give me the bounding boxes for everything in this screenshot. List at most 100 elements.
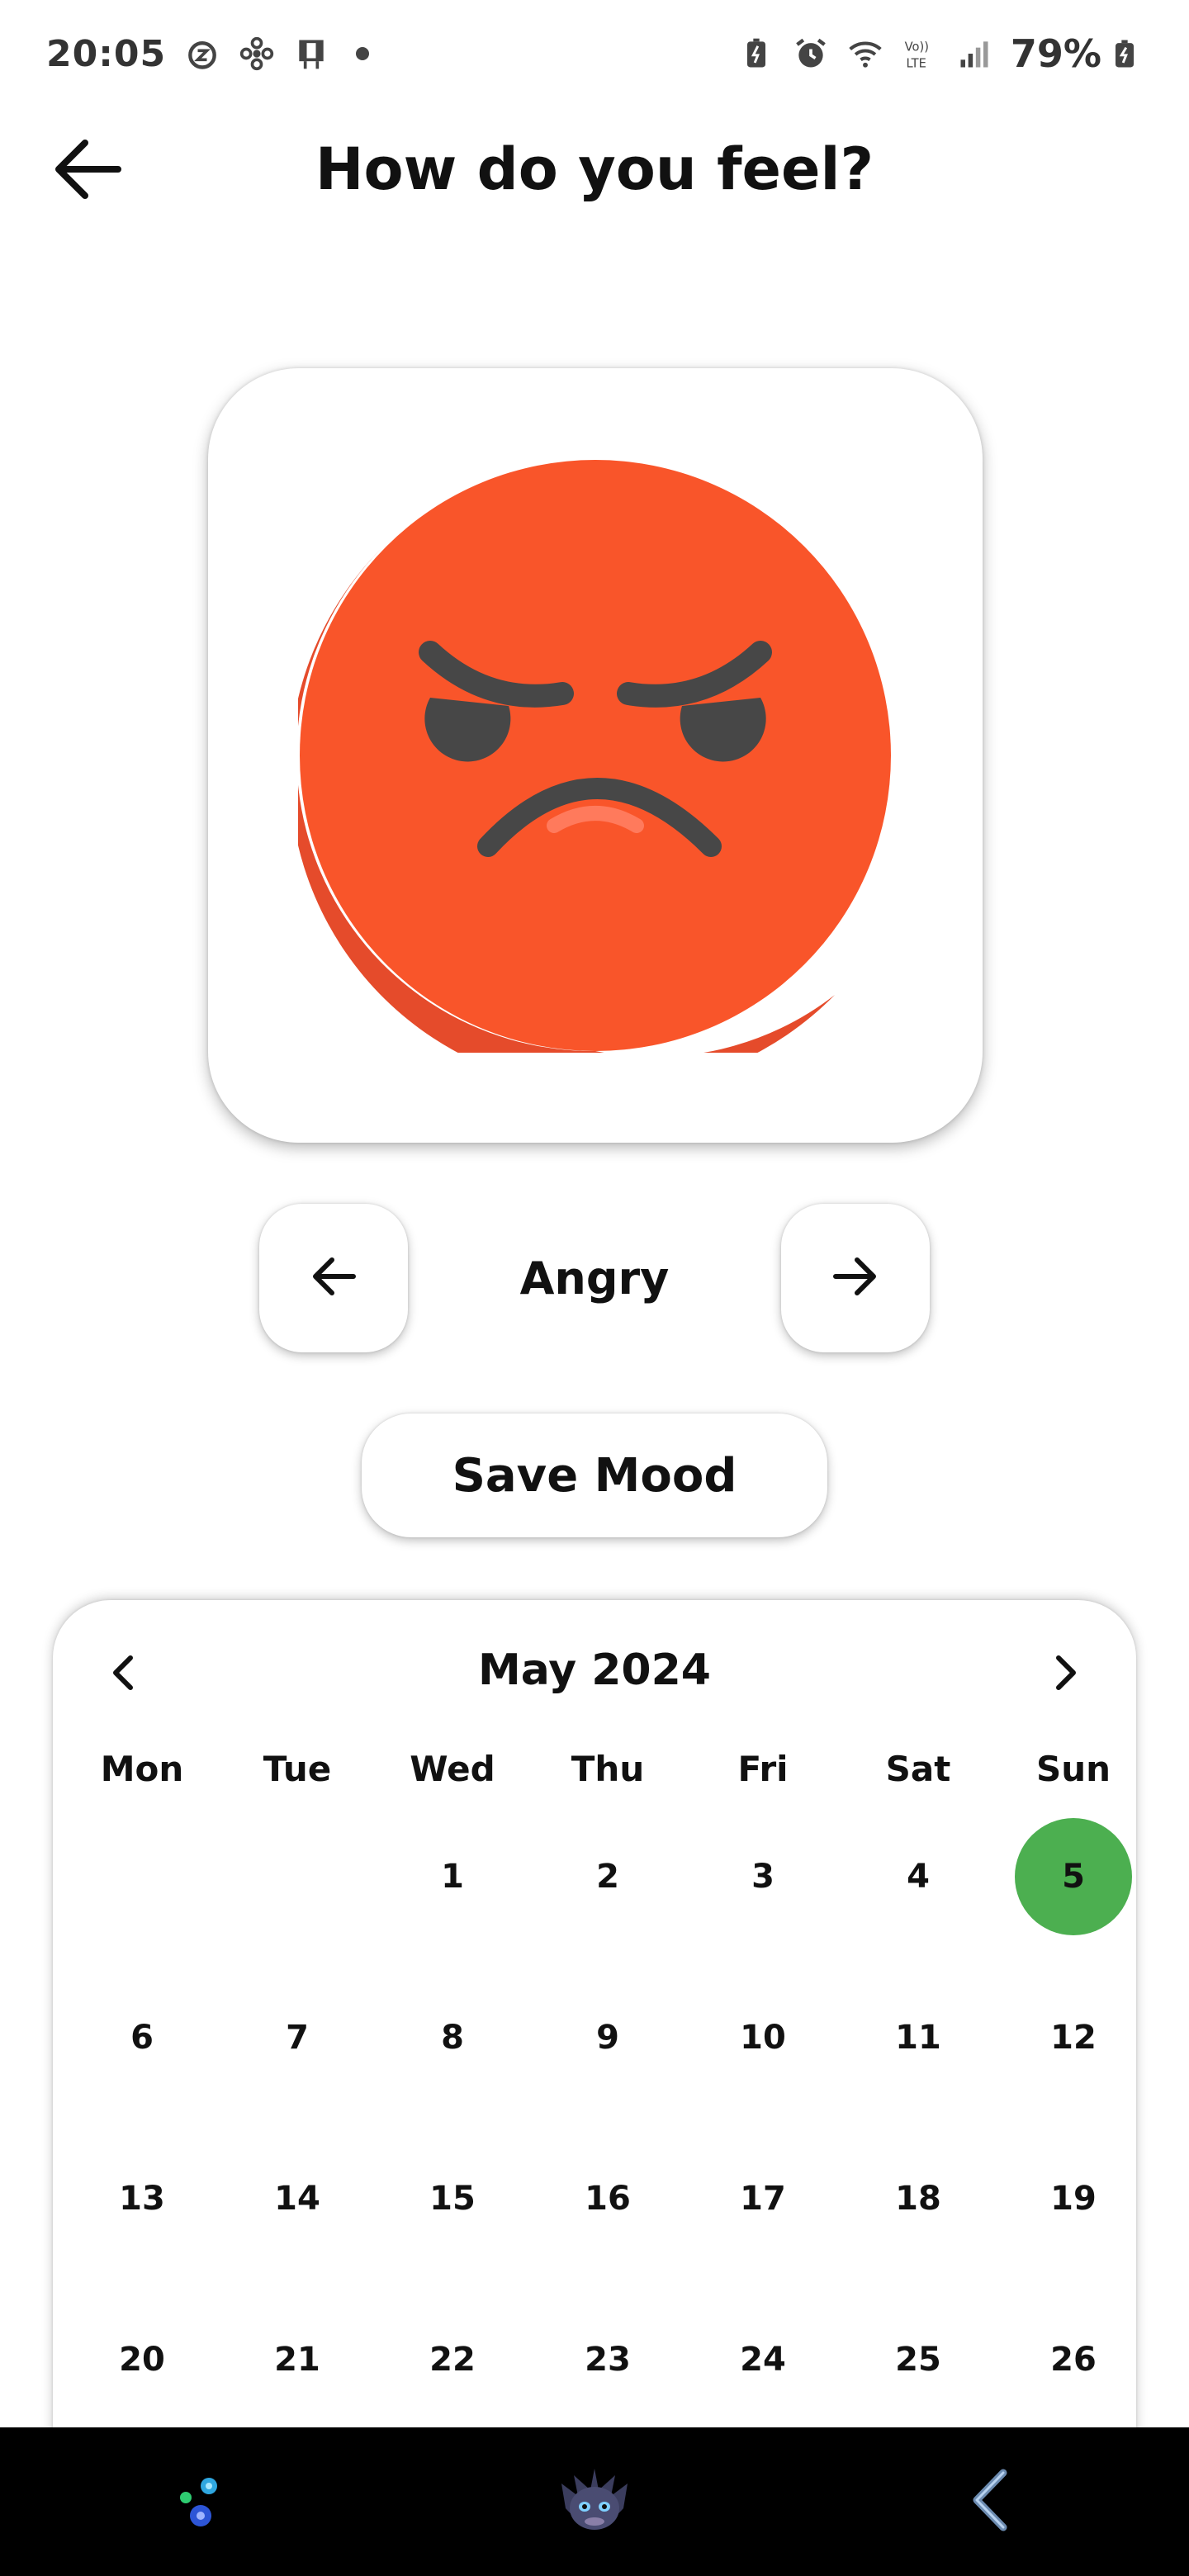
battery-icon [1106, 36, 1143, 72]
day-cell: 5 [996, 1816, 1136, 1977]
calendar-day[interactable]: 19 [1015, 2140, 1132, 2257]
calendar-day[interactable]: 7 [239, 1979, 356, 2096]
day-cell: 2 [530, 1816, 685, 1977]
weekday-label: Tue [263, 1749, 332, 1789]
notification-dot-icon [356, 47, 370, 60]
mood-emoji-card [208, 368, 983, 1143]
battery-level: 79% [1010, 31, 1101, 76]
calendar-day-selected[interactable]: 5 [1015, 1818, 1132, 1935]
status-time: 20:05 [46, 32, 167, 75]
calendar-header: May 2024 [53, 1600, 1136, 1740]
volte-icon: Vo)) LTE [902, 36, 938, 72]
day-cell: 7 [220, 1977, 375, 2138]
calendar-day [239, 1818, 356, 1935]
arrow-left-icon [309, 1253, 358, 1303]
save-mood-button[interactable]: Save Mood [362, 1413, 827, 1537]
status-bar: 20:05 Vo)) LTE 79% [0, 0, 1189, 107]
calendar-day[interactable]: 24 [704, 2301, 822, 2418]
calendar-day[interactable]: 22 [394, 2301, 511, 2418]
calendar-day [83, 1818, 201, 1935]
day-cell: 12 [996, 1977, 1136, 2138]
calendar-day[interactable]: 26 [1015, 2301, 1132, 2418]
weekday-label: Mon [100, 1749, 184, 1789]
next-mood-button[interactable] [780, 1204, 930, 1352]
signal-icon [956, 36, 992, 72]
calendar-days-grid: 1 2 3 4 5 6 7 8 9 10 11 12 13 14 15 16 1… [64, 1816, 1136, 2460]
calendar-day[interactable]: 6 [83, 1979, 201, 2096]
day-cell: 10 [685, 1977, 841, 2138]
calendar-day[interactable]: 2 [549, 1818, 666, 1935]
day-cell: 6 [64, 1977, 220, 2138]
calendar-day[interactable]: 15 [394, 2140, 511, 2257]
calendar-day[interactable]: 25 [860, 2301, 977, 2418]
day-cell: 11 [841, 1977, 996, 2138]
weekday-label: Fri [737, 1749, 789, 1789]
next-month-button[interactable] [1032, 1641, 1098, 1707]
arrow-right-icon [831, 1253, 880, 1303]
calendar-day[interactable]: 9 [549, 1979, 666, 2096]
calendar-card: May 2024 Mon Tue Wed Thu Fri Sat Sun 1 2… [53, 1600, 1136, 2508]
page-title: How do you feel? [315, 135, 874, 203]
weekday-label: Thu [571, 1749, 645, 1789]
day-cell: 13 [64, 2138, 220, 2299]
calendar-day[interactable]: 1 [394, 1818, 511, 1935]
screen-icon [293, 36, 329, 72]
back-gesture-icon [962, 2463, 1020, 2540]
day-cell: 16 [530, 2138, 685, 2299]
day-cell: 17 [685, 2138, 841, 2299]
day-cell: 1 [375, 1816, 530, 1977]
calendar-day[interactable]: 14 [239, 2140, 356, 2257]
calendar-day[interactable]: 23 [549, 2301, 666, 2418]
arrow-left-icon [52, 136, 123, 206]
dragon-avatar-icon [549, 2459, 640, 2545]
chevron-right-icon [1049, 1653, 1082, 1696]
day-cell: 19 [996, 2138, 1136, 2299]
fan-icon [239, 36, 275, 72]
status-right: Vo)) LTE 79% [738, 31, 1143, 76]
battery-saver-icon [738, 36, 775, 72]
chevron-left-icon [107, 1653, 140, 1696]
weekday-label: Sat [885, 1749, 951, 1789]
calendar-day[interactable]: 4 [860, 1818, 977, 1935]
mood-selector: Angry [259, 1204, 930, 1352]
weekday-label: Sun [1035, 1749, 1111, 1789]
system-navigation-bar [0, 2427, 1189, 2576]
status-left: 20:05 [46, 32, 370, 75]
day-cell-empty [64, 1816, 220, 1977]
previous-mood-button[interactable] [259, 1204, 408, 1352]
calendar-day[interactable]: 21 [239, 2301, 356, 2418]
calendar-day[interactable]: 12 [1015, 1979, 1132, 2096]
day-cell-empty [220, 1816, 375, 1977]
calendar-month-title: May 2024 [478, 1646, 711, 1695]
calendar-day[interactable]: 11 [860, 1979, 977, 2096]
calendar-day[interactable]: 3 [704, 1818, 822, 1935]
previous-month-button[interactable] [91, 1641, 157, 1707]
assistant-button[interactable] [140, 2444, 256, 2559]
day-cell: 4 [841, 1816, 996, 1977]
back-button[interactable] [46, 134, 129, 208]
back-nav-button[interactable] [933, 2444, 1049, 2559]
day-cell: 8 [375, 1977, 530, 2138]
weekday-row: Mon Tue Wed Thu Fri Sat Sun [64, 1732, 1136, 1807]
home-button[interactable] [537, 2444, 652, 2559]
day-cell: 18 [841, 2138, 996, 2299]
day-cell: 15 [375, 2138, 530, 2299]
calendar-day[interactable]: 16 [549, 2140, 666, 2257]
app-header: How do you feel? [0, 116, 1189, 223]
day-cell: 3 [685, 1816, 841, 1977]
assistant-orbs-icon [161, 2463, 235, 2540]
day-cell: 9 [530, 1977, 685, 2138]
angry-face-icon [298, 460, 891, 1053]
weekday-label: Wed [410, 1749, 495, 1789]
calendar-day[interactable]: 8 [394, 1979, 511, 2096]
alarm-icon [793, 36, 829, 72]
calendar-day[interactable]: 10 [704, 1979, 822, 2096]
calendar-day[interactable]: 17 [704, 2140, 822, 2257]
wifi-icon [847, 36, 883, 72]
svg-text:Vo)): Vo)) [905, 40, 929, 54]
calendar-day[interactable]: 20 [83, 2301, 201, 2418]
calendar-day[interactable]: 13 [83, 2140, 201, 2257]
calendar-day[interactable]: 18 [860, 2140, 977, 2257]
alarm-snooze-icon [184, 36, 220, 72]
svg-text:LTE: LTE [906, 57, 926, 71]
